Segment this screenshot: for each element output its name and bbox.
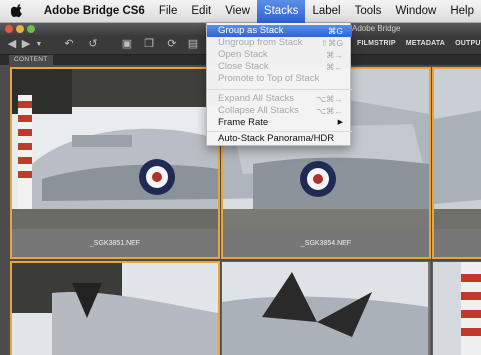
submenu-arrow-icon: ▶ bbox=[337, 119, 343, 126]
menu-item-expand-all-stacks[interactable]: Expand All Stacks ⌥⌘→ bbox=[207, 93, 352, 105]
refine-icon[interactable]: ▤ bbox=[184, 37, 202, 52]
thumbnail-tile[interactable]: _SGK3851.NEF bbox=[10, 67, 220, 259]
menu-item-open-stack[interactable]: Open Stack ⌘→ bbox=[207, 49, 352, 61]
menu-item-promote-to-top[interactable]: Promote to Top of Stack bbox=[207, 73, 352, 85]
menubar: Adobe Bridge CS6 File Edit View Stacks L… bbox=[0, 0, 481, 23]
thumbnail-filename: _SGK3851.NEF bbox=[89, 240, 141, 247]
menu-separator bbox=[207, 131, 352, 132]
window-title: Adobe Bridge bbox=[352, 24, 401, 33]
thumbnail-tile[interactable] bbox=[432, 261, 481, 355]
menu-item-ungroup-from-stack[interactable]: Ungroup from Stack ⇧⌘G bbox=[207, 37, 352, 49]
menu-separator bbox=[207, 89, 352, 90]
menu-item-label: Expand All Stacks bbox=[218, 93, 295, 104]
menu-window[interactable]: Window bbox=[388, 0, 443, 23]
menu-item-label: Open Stack bbox=[218, 49, 268, 60]
workspace-filmstrip[interactable]: FILMSTRIP bbox=[352, 38, 401, 49]
menu-item-label: Ungroup from Stack bbox=[218, 37, 303, 48]
back-arrow-icon[interactable]: ◀ bbox=[6, 37, 18, 52]
menu-item-shortcut: ⌘← bbox=[326, 62, 343, 72]
rotate-icon[interactable]: ⟳ bbox=[165, 37, 179, 52]
menu-view[interactable]: View bbox=[218, 0, 257, 23]
minimize-window-icon[interactable] bbox=[16, 25, 24, 33]
thumbnail-tile[interactable] bbox=[10, 261, 220, 355]
menu-label[interactable]: Label bbox=[305, 0, 347, 23]
menu-item-frame-rate[interactable]: Frame Rate ▶ bbox=[207, 117, 352, 129]
dropdown-icon[interactable]: ▼ bbox=[34, 37, 44, 52]
workspace-tabs: FILMSTRIP METADATA OUTPUT bbox=[352, 38, 481, 49]
menu-item-label: Collapse All Stacks bbox=[218, 105, 299, 116]
menu-item-shortcut: ⌥⌘→ bbox=[316, 94, 343, 104]
thumbnail-tile[interactable] bbox=[432, 67, 481, 259]
menu-item-shortcut: ⌘G bbox=[327, 26, 343, 36]
menu-item-label: Group as Stack bbox=[218, 25, 284, 36]
camera-download-icon[interactable]: ▣ bbox=[118, 37, 136, 52]
menu-file[interactable]: File bbox=[152, 0, 185, 23]
boomerang-icon[interactable]: ↺ bbox=[86, 37, 100, 52]
stacks-menu: Group as Stack ⌘G Ungroup from Stack ⇧⌘G… bbox=[206, 23, 352, 146]
menu-item-label: Close Stack bbox=[218, 61, 269, 72]
forward-arrow-icon[interactable]: ▶ bbox=[20, 37, 32, 52]
tab-content[interactable]: CONTENT bbox=[9, 55, 53, 65]
close-window-icon[interactable] bbox=[5, 25, 13, 33]
menu-item-shortcut: ⌘→ bbox=[326, 50, 343, 60]
menu-stacks[interactable]: Stacks bbox=[256, 0, 306, 23]
menu-item-label: Promote to Top of Stack bbox=[218, 73, 320, 84]
thumbnail-image bbox=[12, 69, 218, 229]
thumbnail-image bbox=[222, 262, 430, 355]
menu-item-label: Frame Rate bbox=[218, 117, 269, 128]
menu-item-shortcut: ⇧⌘G bbox=[320, 38, 343, 48]
workspace-output[interactable]: OUTPUT bbox=[450, 38, 481, 49]
menu-item-collapse-all-stacks[interactable]: Collapse All Stacks ⌥⌘← bbox=[207, 105, 352, 117]
menu-item-close-stack[interactable]: Close Stack ⌘← bbox=[207, 61, 352, 73]
thumbnail-tile[interactable] bbox=[221, 261, 431, 355]
thumbnail-filename: _SGK3854.NEF bbox=[300, 240, 352, 247]
menu-item-shortcut: ⌥⌘← bbox=[316, 106, 343, 116]
zoom-window-icon[interactable] bbox=[27, 25, 35, 33]
menu-tools[interactable]: Tools bbox=[348, 0, 389, 23]
menu-app-name[interactable]: Adobe Bridge CS6 bbox=[37, 0, 152, 23]
copy-icon[interactable]: ❐ bbox=[140, 37, 158, 52]
recent-folder-icon[interactable]: ↶ bbox=[60, 37, 78, 52]
menu-item-auto-stack-panorama[interactable]: Auto-Stack Panorama/HDR bbox=[207, 133, 352, 145]
thumbnail-image bbox=[434, 69, 481, 229]
thumbnail-image bbox=[12, 263, 218, 355]
menu-edit[interactable]: Edit bbox=[184, 0, 218, 23]
apple-icon[interactable] bbox=[10, 4, 25, 18]
menu-item-label: Auto-Stack Panorama/HDR bbox=[218, 133, 335, 144]
menu-item-group-as-stack[interactable]: Group as Stack ⌘G bbox=[207, 25, 352, 37]
menu-help[interactable]: Help bbox=[443, 0, 481, 23]
workspace-metadata[interactable]: METADATA bbox=[401, 38, 450, 49]
thumbnail-image bbox=[433, 262, 481, 355]
